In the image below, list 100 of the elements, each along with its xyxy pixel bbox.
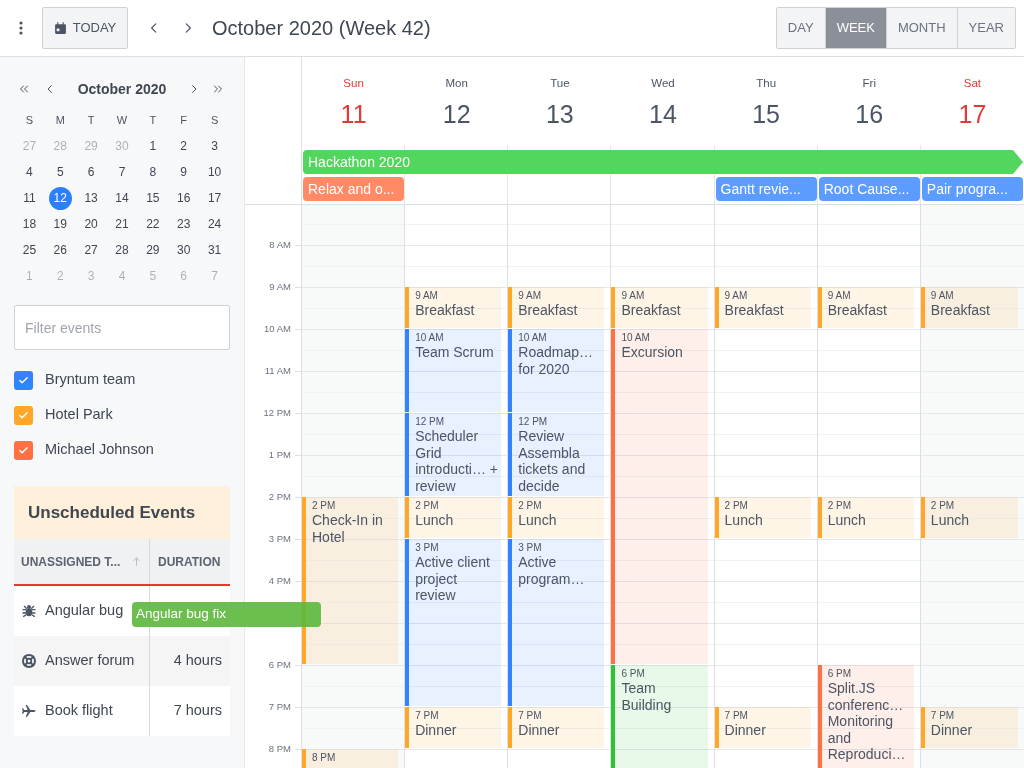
- time-label: 10 AM: [264, 322, 291, 336]
- event-card[interactable]: 6 PM Team Building: [611, 665, 708, 768]
- check-icon: [18, 374, 29, 386]
- event-card[interactable]: 2 PM Check-In in Hotel: [302, 497, 399, 664]
- task-duration: 4 hours: [173, 651, 222, 671]
- weekday-header: Tue: [550, 76, 570, 91]
- filter-field[interactable]: Filter events: [14, 305, 230, 350]
- time-label: 8 PM: [268, 742, 291, 756]
- date-cell[interactable]: 14: [110, 186, 134, 210]
- event-card[interactable]: 3 PM Active client project review: [405, 539, 502, 706]
- double-chevron-left-icon: [18, 83, 30, 95]
- date-cell[interactable]: 7: [110, 160, 134, 184]
- date-cell[interactable]: 27: [79, 238, 103, 262]
- date-cell[interactable]: 29: [141, 238, 165, 262]
- date-cell[interactable]: 31: [203, 238, 227, 262]
- date-cell[interactable]: 10: [203, 160, 227, 184]
- event-card[interactable]: 3 PM Active program…: [508, 539, 605, 706]
- date-cell[interactable]: 26: [48, 238, 72, 262]
- event-card[interactable]: 6 PM Split.JS conferenc… Monitoring and Reproduci…: [817, 665, 914, 768]
- date-cell[interactable]: 15: [141, 186, 165, 210]
- event-card[interactable]: 7 PM Dinner: [714, 707, 811, 748]
- month-title: October 2020: [76, 79, 168, 99]
- event-card[interactable]: 2 PM Lunch: [920, 497, 1018, 538]
- event-time: 10 AM: [518, 332, 548, 344]
- event-time: 12 PM: [415, 416, 446, 428]
- event-card[interactable]: 12 PM Review Assembla tickets and decide: [508, 413, 605, 496]
- weekday-label: S: [210, 112, 219, 128]
- view-tab[interactable]: YEAR: [956, 8, 1015, 48]
- date-cell[interactable]: 20: [79, 212, 103, 236]
- time-label: 4 PM: [268, 574, 291, 588]
- event-card[interactable]: 9 AM Breakfast: [920, 287, 1018, 328]
- date-cell[interactable]: 4: [17, 160, 41, 184]
- event-time: 6 PM: [827, 668, 853, 680]
- event-title: Lunch: [827, 512, 867, 529]
- date-cell[interactable]: 25: [17, 238, 41, 262]
- event-title: Check-In in Hotel: [312, 512, 384, 545]
- date-cell[interactable]: 11: [17, 186, 41, 210]
- date-cell[interactable]: 23: [172, 212, 196, 236]
- event-title: Breakfast: [415, 302, 476, 319]
- view-tab[interactable]: DAY: [776, 8, 825, 48]
- event-title: Review Assembla tickets and decide: [518, 428, 587, 494]
- date-cell[interactable]: 9: [172, 160, 196, 184]
- event-title: Breakfast: [518, 302, 579, 319]
- event-time: 2 PM: [415, 500, 440, 512]
- time-label: 7 PM: [268, 700, 291, 714]
- date-cell[interactable]: 3: [203, 134, 227, 158]
- today-button[interactable]: TODAY: [42, 7, 128, 49]
- column-header[interactable]: DURATION: [150, 539, 230, 584]
- resource-checkbox[interactable]: [14, 405, 33, 425]
- date-cell[interactable]: 5: [48, 160, 72, 184]
- event-time: 7 PM: [930, 710, 956, 722]
- event-card[interactable]: 7 PM Dinner: [920, 707, 1018, 748]
- date-cell[interactable]: 2: [172, 134, 196, 158]
- event-card[interactable]: 7 PM Dinner: [405, 707, 502, 748]
- event-title: Dinner: [930, 722, 974, 739]
- weekday-label: T: [87, 112, 95, 128]
- task-name: Answer forum: [45, 651, 135, 671]
- event-card[interactable]: 8 PM: [302, 749, 399, 768]
- date-cell[interactable]: 22: [141, 212, 165, 236]
- date-cell[interactable]: 24: [203, 212, 227, 236]
- date-cell[interactable]: 13: [79, 186, 103, 210]
- event-card[interactable]: 9 AM Breakfast: [817, 287, 914, 328]
- event-card[interactable]: 2 PM Lunch: [508, 497, 605, 538]
- date-cell[interactable]: 19: [48, 212, 72, 236]
- event-card[interactable]: 9 AM Breakfast: [611, 287, 708, 328]
- event-time: 9 AM: [930, 290, 955, 302]
- date-cell[interactable]: 1: [141, 134, 165, 158]
- event-card[interactable]: 2 PM Lunch: [817, 497, 914, 538]
- resource-checkbox[interactable]: [14, 440, 33, 460]
- column-header[interactable]: UNASSIGNED T...: [14, 539, 150, 584]
- event-card[interactable]: 10 AM Roadmap… for 2020: [508, 329, 605, 412]
- date-cell[interactable]: 18: [17, 212, 41, 236]
- event-card[interactable]: 10 AM Team Scrum: [405, 329, 502, 412]
- event-title: Excursion: [621, 344, 684, 361]
- check-icon: [18, 444, 29, 456]
- date-cell[interactable]: 21: [110, 212, 134, 236]
- event-card[interactable]: 9 AM Breakfast: [714, 287, 811, 328]
- date-header: 16: [855, 99, 884, 131]
- event-time: 6 PM: [621, 668, 646, 680]
- event-card[interactable]: 7 PM Dinner: [508, 707, 605, 748]
- event-card[interactable]: 2 PM Lunch: [405, 497, 502, 538]
- date-cell[interactable]: 28: [110, 238, 134, 262]
- event-card[interactable]: 10 AM Excursion: [611, 329, 708, 664]
- date-cell[interactable]: 30: [172, 238, 196, 262]
- event-time: 9 AM: [724, 290, 749, 302]
- event-card[interactable]: 12 PM Scheduler Grid introducti… + review: [405, 413, 502, 496]
- resource-checkbox[interactable]: [14, 370, 33, 390]
- date-cell[interactable]: 8: [141, 160, 165, 184]
- weekday-header: Mon: [445, 76, 468, 91]
- time-label: 1 PM: [268, 448, 291, 462]
- weekday-header: Fri: [862, 76, 876, 91]
- date-cell[interactable]: 12: [48, 186, 72, 210]
- event-card[interactable]: 9 AM Breakfast: [405, 287, 502, 328]
- time-label: 8 AM: [269, 238, 291, 252]
- event-card[interactable]: 2 PM Lunch: [714, 497, 811, 538]
- date-cell[interactable]: 6: [79, 160, 103, 184]
- date-cell[interactable]: 16: [172, 186, 196, 210]
- view-tab[interactable]: MONTH: [885, 8, 957, 48]
- date-cell[interactable]: 17: [203, 186, 227, 210]
- event-card[interactable]: 9 AM Breakfast: [508, 287, 605, 328]
